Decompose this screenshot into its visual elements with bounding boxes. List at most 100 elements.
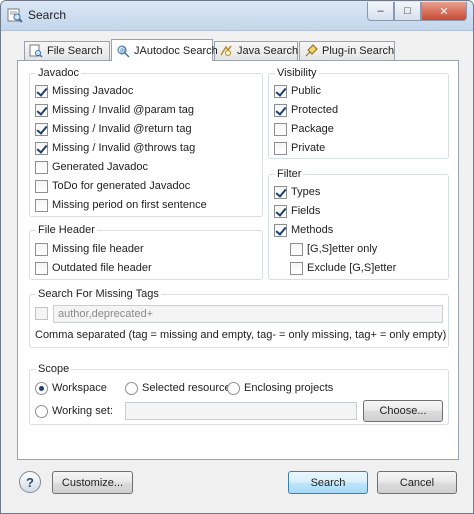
exclude-getter-setter-checkbox[interactable]: Exclude [G,S]etter xyxy=(290,260,396,276)
jautodoc-search-panel: Javadoc Missing Javadoc Missing / Invali… xyxy=(17,60,459,460)
checkbox-box[interactable] xyxy=(274,223,287,237)
tab-jautodoc-search[interactable]: @ JAutodoc Search xyxy=(111,39,218,61)
file-search-icon xyxy=(29,44,43,58)
file-header-group-title: File Header xyxy=(36,224,97,236)
checkbox-label: Exclude [G,S]etter xyxy=(307,262,397,274)
checkbox-box[interactable] xyxy=(290,261,303,275)
missing-tags-hint: Comma separated (tag = missing and empty… xyxy=(35,329,447,341)
checkbox-box[interactable] xyxy=(290,242,303,256)
protected-checkbox[interactable]: Protected xyxy=(274,102,338,118)
filter-group-title: Filter xyxy=(275,168,304,180)
plugin-search-icon xyxy=(305,44,318,57)
missing-param-tag-checkbox[interactable]: Missing / Invalid @param tag xyxy=(35,102,194,118)
checkbox-box[interactable] xyxy=(35,242,48,256)
checkbox-label: ToDo for generated Javadoc xyxy=(52,180,191,192)
checkbox-box[interactable] xyxy=(35,141,48,155)
cancel-button[interactable]: Cancel xyxy=(377,471,457,494)
missing-return-tag-checkbox[interactable]: Missing / Invalid @return tag xyxy=(35,121,192,137)
checkbox-label: Missing / Invalid @throws tag xyxy=(52,142,196,154)
help-button[interactable]: ? xyxy=(19,471,41,493)
types-checkbox[interactable]: Types xyxy=(274,184,320,200)
scope-group-title: Scope xyxy=(36,363,72,375)
tab-label: File Search xyxy=(47,45,103,57)
checkbox-label: Missing file header xyxy=(52,243,144,255)
checkbox-label: Generated Javadoc xyxy=(52,161,149,173)
java-search-icon xyxy=(220,45,232,56)
checkbox-box[interactable] xyxy=(35,261,48,275)
checkbox-box[interactable] xyxy=(274,141,287,155)
title-bar: Search – □ ✕ xyxy=(1,1,473,31)
window-title: Search xyxy=(28,8,67,22)
checkbox-label: Fields xyxy=(291,205,321,217)
methods-checkbox[interactable]: Methods xyxy=(274,222,333,238)
checkbox-label: Missing / Invalid @return tag xyxy=(52,123,192,135)
jautodoc-search-icon: @ xyxy=(117,45,130,58)
search-icon xyxy=(7,8,23,23)
radio-dot[interactable] xyxy=(35,404,48,418)
checkbox-label: Private xyxy=(291,142,326,154)
checkbox-box[interactable] xyxy=(35,84,48,98)
missing-tags-group-title: Search For Missing Tags xyxy=(36,288,161,300)
checkbox-box[interactable] xyxy=(35,179,48,193)
checkbox-box[interactable] xyxy=(35,103,48,117)
filter-group: Filter Types Fields Methods [G,S]etter o… xyxy=(268,168,449,280)
scope-workspace-radio[interactable]: Workspace xyxy=(35,380,107,396)
radio-dot[interactable] xyxy=(35,381,48,395)
checkbox-label: Methods xyxy=(291,224,334,236)
tab-label: JAutodoc Search xyxy=(134,44,218,57)
tab-file-search[interactable]: File Search xyxy=(24,41,110,60)
checkbox-box[interactable] xyxy=(274,185,287,199)
minimize-button[interactable]: – xyxy=(367,2,394,21)
scope-selected-resources-radio[interactable]: Selected resources xyxy=(125,380,236,396)
radio-label: Working set: xyxy=(52,405,113,417)
customize-button[interactable]: Customize... xyxy=(52,471,133,494)
checkbox-box[interactable] xyxy=(274,122,287,136)
search-button[interactable]: Search xyxy=(288,471,368,494)
tab-plugin-search[interactable]: Plug-in Search xyxy=(299,41,395,60)
tab-java-search[interactable]: Java Search xyxy=(214,41,298,60)
checkbox-box[interactable] xyxy=(274,84,287,98)
missing-tags-input[interactable]: author,deprecated+ xyxy=(53,305,443,323)
javadoc-group: Javadoc Missing Javadoc Missing / Invali… xyxy=(29,67,263,217)
file-header-group: File Header Missing file header Outdated… xyxy=(29,224,263,280)
radio-label: Enclosing projects xyxy=(244,382,334,394)
todo-generated-javadoc-checkbox[interactable]: ToDo for generated Javadoc xyxy=(35,178,190,194)
checkbox-box[interactable] xyxy=(35,198,48,212)
tab-label: Plug-in Search xyxy=(322,45,395,57)
choose-button[interactable]: Choose... xyxy=(363,400,443,422)
tab-label: Java Search xyxy=(237,45,299,57)
missing-period-checkbox[interactable]: Missing period on first sentence xyxy=(35,197,207,213)
getter-setter-only-checkbox[interactable]: [G,S]etter only xyxy=(290,241,377,257)
scope-enclosing-projects-radio[interactable]: Enclosing projects xyxy=(227,380,333,396)
missing-tags-checkbox[interactable] xyxy=(35,307,48,320)
missing-throws-tag-checkbox[interactable]: Missing / Invalid @throws tag xyxy=(35,140,195,156)
fields-checkbox[interactable]: Fields xyxy=(274,203,320,219)
close-button[interactable]: ✕ xyxy=(421,2,467,21)
checkbox-label: Missing Javadoc xyxy=(52,85,134,97)
javadoc-group-title: Javadoc xyxy=(36,67,81,79)
checkbox-box[interactable] xyxy=(274,103,287,117)
checkbox-label: Package xyxy=(291,123,334,135)
radio-dot[interactable] xyxy=(125,381,138,395)
checkbox-label: Missing period on first sentence xyxy=(52,199,207,211)
visibility-group: Visibility Public Protected Package Priv… xyxy=(268,67,449,159)
outdated-file-header-checkbox[interactable]: Outdated file header xyxy=(35,260,152,276)
working-set-input[interactable] xyxy=(125,402,357,420)
checkbox-label: Types xyxy=(291,186,321,198)
radio-label: Workspace xyxy=(52,382,107,394)
generated-javadoc-checkbox[interactable]: Generated Javadoc xyxy=(35,159,148,175)
checkbox-label: Public xyxy=(291,85,321,97)
checkbox-label: [G,S]etter only xyxy=(307,243,378,255)
missing-file-header-checkbox[interactable]: Missing file header xyxy=(35,241,144,257)
checkbox-box[interactable] xyxy=(274,204,287,218)
maximize-button[interactable]: □ xyxy=(394,2,421,21)
package-checkbox[interactable]: Package xyxy=(274,121,334,137)
checkbox-box[interactable] xyxy=(35,160,48,174)
missing-javadoc-checkbox[interactable]: Missing Javadoc xyxy=(35,83,133,99)
radio-dot[interactable] xyxy=(227,381,240,395)
checkbox-label: Missing / Invalid @param tag xyxy=(52,104,195,116)
scope-working-set-radio[interactable]: Working set: xyxy=(35,403,113,419)
public-checkbox[interactable]: Public xyxy=(274,83,321,99)
checkbox-box[interactable] xyxy=(35,122,48,136)
private-checkbox[interactable]: Private xyxy=(274,140,325,156)
